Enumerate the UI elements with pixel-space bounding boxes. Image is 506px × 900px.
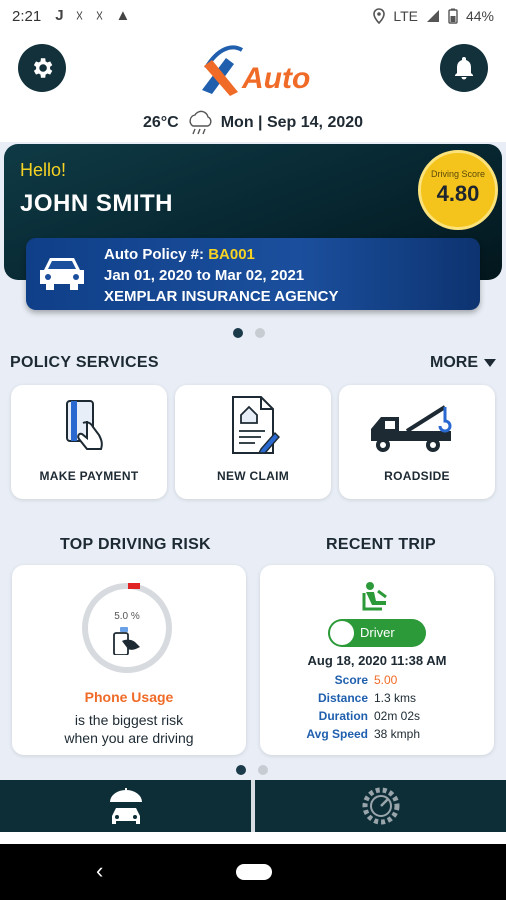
policy-number-value: BA001 bbox=[208, 246, 255, 263]
app-header: Auto 26°C Mon | Sep 14, 2020 bbox=[0, 32, 506, 142]
trip-key: Score bbox=[334, 673, 368, 687]
home-pill-button[interactable] bbox=[236, 864, 272, 880]
tab-bar-spacer bbox=[0, 832, 506, 844]
trip-date: Aug 18, 2020 11:38 AM bbox=[307, 653, 447, 668]
policy-number-line: Auto Policy #: BA001 bbox=[104, 244, 338, 265]
carousel-dot[interactable] bbox=[258, 765, 268, 775]
notification-icon: ☓ bbox=[95, 8, 104, 25]
policy-number-label: Auto Policy #: bbox=[104, 246, 205, 263]
driver-toggle-label: Driver bbox=[360, 625, 395, 640]
weather-date-bar: 26°C Mon | Sep 14, 2020 bbox=[0, 110, 506, 136]
toggle-knob bbox=[330, 621, 354, 645]
temperature: 26°C bbox=[142, 114, 179, 131]
new-claim-label: NEW CLAIM bbox=[216, 469, 290, 483]
user-name: JOHN SMITH bbox=[20, 190, 174, 217]
trip-value: 38 kmph bbox=[374, 727, 421, 741]
new-claim-button[interactable]: NEW CLAIM bbox=[175, 385, 331, 499]
policy-services-title: POLICY SERVICES bbox=[10, 354, 159, 371]
status-right: LTE 44% bbox=[373, 8, 494, 24]
tab-driving[interactable] bbox=[255, 780, 506, 832]
driving-score-label: Driving Score bbox=[430, 169, 486, 179]
more-label: MORE bbox=[430, 354, 478, 371]
notification-icons: J ☓ ☓ ▲ bbox=[55, 7, 130, 25]
carousel-dots bbox=[233, 328, 265, 338]
status-time: 2:21 bbox=[12, 7, 42, 25]
policy-details: Auto Policy #: BA001 Jan 01, 2020 to Mar… bbox=[104, 244, 338, 307]
driver-seat-icon bbox=[362, 582, 387, 611]
trip-key: Duration bbox=[318, 709, 368, 723]
carousel-dot[interactable] bbox=[255, 328, 265, 338]
roadside-label: ROADSIDE bbox=[384, 469, 450, 483]
car-umbrella-icon bbox=[109, 788, 142, 824]
risk-text-line1: is the biggest risk bbox=[74, 712, 184, 728]
trip-row-distance: Distance 1.3 kms bbox=[280, 689, 480, 707]
policy-dates: Jan 01, 2020 to Mar 02, 2021 bbox=[104, 267, 305, 284]
car-icon bbox=[40, 258, 84, 290]
driving-score-badge[interactable]: Driving Score 4.80 bbox=[418, 150, 498, 230]
trip-row-avg-speed: Avg Speed 38 kmph bbox=[280, 725, 480, 743]
settings-button[interactable] bbox=[18, 44, 66, 92]
speedometer-gear-icon bbox=[362, 787, 399, 825]
risk-percent: 5.0 % bbox=[114, 611, 140, 622]
make-payment-button[interactable]: MAKE PAYMENT bbox=[11, 385, 167, 499]
claim-document-icon bbox=[232, 396, 280, 454]
location-icon bbox=[373, 8, 386, 24]
status-bar: 2:21 J ☓ ☓ ▲ LTE 44% bbox=[0, 0, 506, 32]
more-button[interactable]: MORE bbox=[430, 354, 496, 372]
carousel-dot-active[interactable] bbox=[233, 328, 243, 338]
greeting: Hello! bbox=[20, 160, 67, 180]
trip-key: Avg Speed bbox=[306, 727, 368, 741]
network-label: LTE bbox=[393, 8, 418, 24]
notification-icon: ☓ bbox=[75, 8, 84, 25]
app-logo: Auto bbox=[202, 45, 310, 96]
trip-value: 5.00 bbox=[374, 673, 398, 687]
make-payment-label: MAKE PAYMENT bbox=[39, 469, 139, 483]
battery-percent: 44% bbox=[465, 8, 494, 24]
risk-flag-icon bbox=[128, 583, 140, 589]
policy-card[interactable]: Auto Policy #: BA001 Jan 01, 2020 to Mar… bbox=[26, 238, 480, 310]
risk-text-line2: when you are driving bbox=[64, 730, 194, 746]
trip-key: Distance bbox=[317, 691, 368, 705]
bell-icon bbox=[455, 57, 473, 80]
tow-truck-icon bbox=[371, 405, 452, 452]
logo-text: Auto bbox=[241, 62, 310, 95]
current-date: Mon | Sep 14, 2020 bbox=[220, 114, 364, 131]
risk-description: is the biggest risk when you are driving bbox=[12, 711, 246, 747]
back-icon[interactable]: ‹ bbox=[96, 858, 103, 884]
top-driving-risk-card[interactable]: 5.0 % Phone Usage is the biggest risk wh… bbox=[12, 565, 246, 755]
battery-icon bbox=[448, 8, 458, 24]
phone-usage-icon bbox=[113, 627, 140, 655]
bottom-tab-bar bbox=[0, 780, 506, 832]
trip-row-duration: Duration 02m 02s bbox=[280, 707, 480, 725]
notification-icon: J bbox=[55, 7, 64, 24]
risk-gauge: 5.0 % bbox=[82, 583, 172, 673]
gear-icon bbox=[33, 58, 53, 78]
top-driving-risk-title: TOP DRIVING RISK bbox=[60, 536, 211, 553]
recent-trip-title: RECENT TRIP bbox=[326, 536, 436, 553]
carousel-dot-active[interactable] bbox=[236, 765, 246, 775]
card-payment-icon bbox=[66, 400, 103, 450]
roadside-button[interactable]: ROADSIDE bbox=[339, 385, 495, 499]
tab-insurance[interactable] bbox=[0, 780, 251, 832]
risk-name: Phone Usage bbox=[84, 689, 174, 705]
policy-agency: XEMPLAR INSURANCE AGENCY bbox=[104, 288, 339, 305]
notification-icon: ▲ bbox=[115, 7, 131, 24]
notifications-button[interactable] bbox=[440, 44, 488, 92]
caret-down-icon bbox=[484, 359, 496, 367]
trip-row-score: Score 5.00 bbox=[280, 671, 480, 689]
recent-trip-card[interactable]: Driver Aug 18, 2020 11:38 AM Score 5.00 … bbox=[260, 565, 494, 755]
system-nav-bar: ‹ bbox=[0, 844, 506, 900]
driver-toggle[interactable]: Driver bbox=[328, 619, 426, 647]
signal-icon bbox=[426, 10, 439, 22]
trip-value: 02m 02s bbox=[374, 709, 421, 723]
rain-cloud-icon bbox=[189, 110, 212, 135]
carousel-dots-lower bbox=[236, 765, 268, 775]
trip-value: 1.3 kms bbox=[374, 691, 417, 705]
driving-score-value: 4.80 bbox=[436, 181, 480, 206]
trip-stats: Score 5.00 Distance 1.3 kms Duration 02m… bbox=[280, 671, 480, 743]
